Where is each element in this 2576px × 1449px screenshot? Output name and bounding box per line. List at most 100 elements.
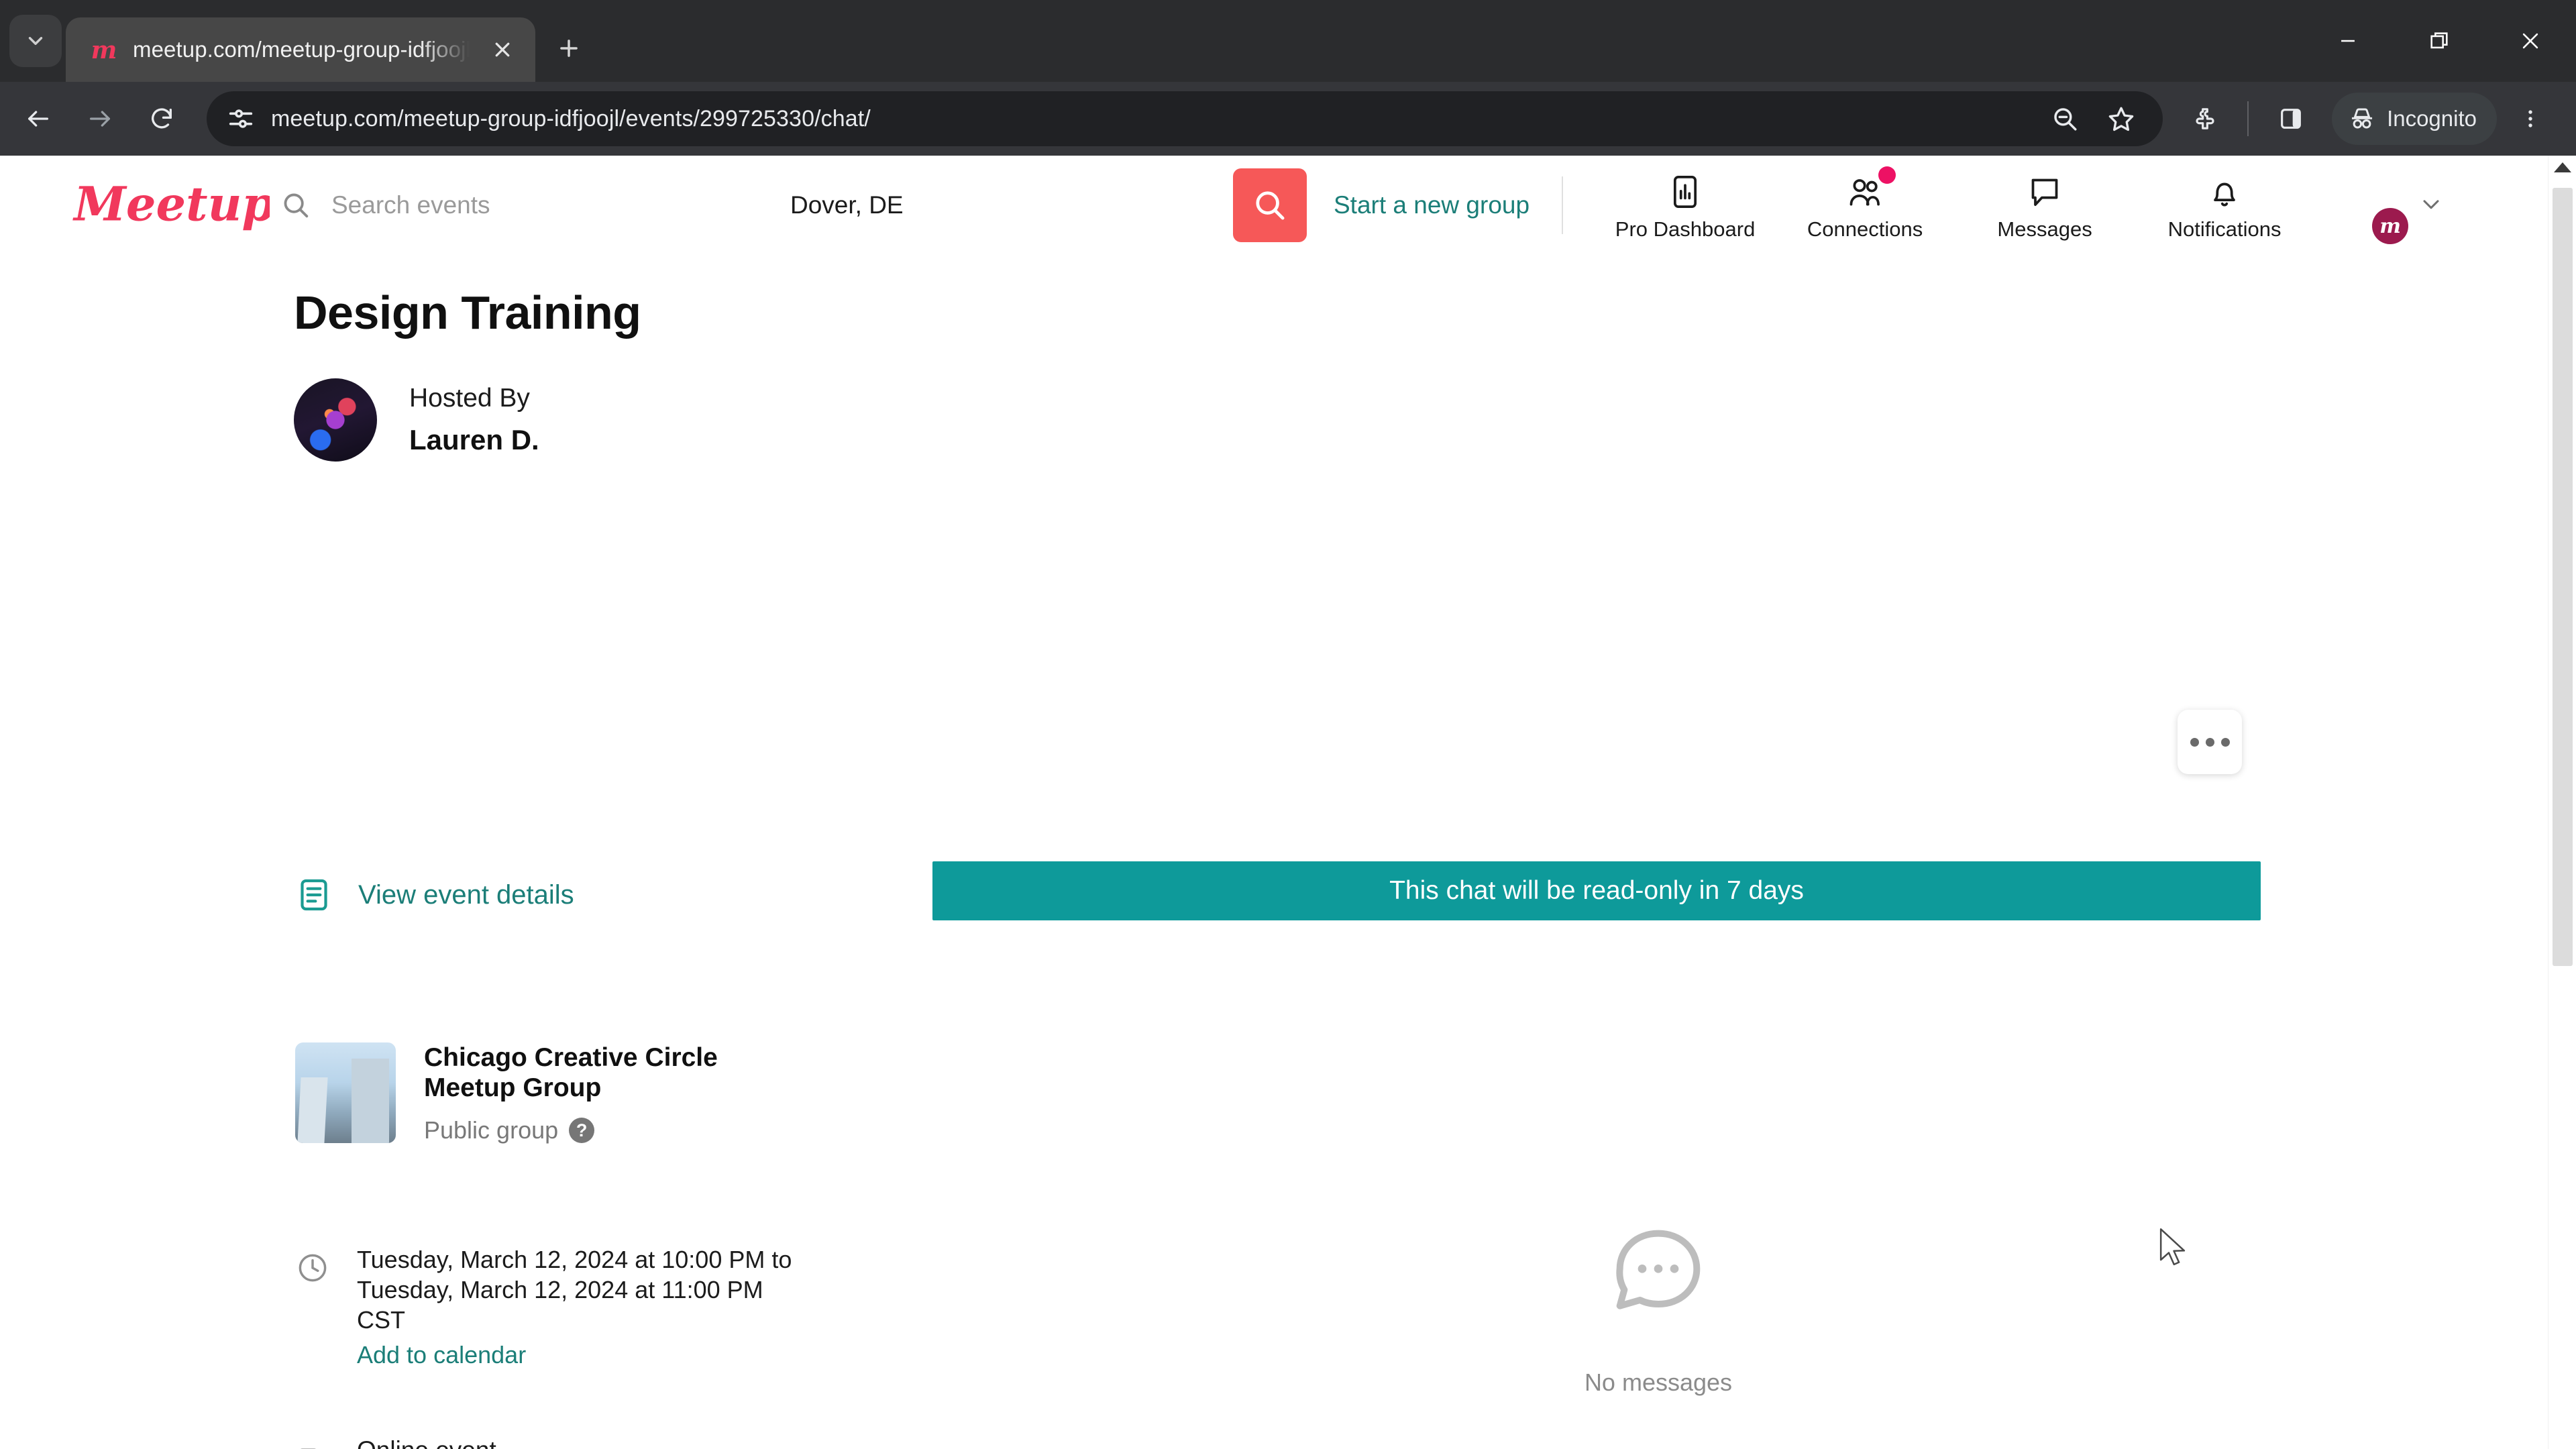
group-name: Chicago Creative Circle Meetup Group <box>424 1043 718 1103</box>
nav-label: Messages <box>1997 217 2092 241</box>
search-icon <box>280 190 311 221</box>
dot <box>2190 737 2199 747</box>
group-privacy-label: Public group <box>424 1116 559 1144</box>
tab-search-button[interactable] <box>9 15 62 67</box>
chart-panel-icon <box>1666 169 1704 211</box>
incognito-label: Incognito <box>2387 106 2477 131</box>
bookmark-star-icon[interactable] <box>2097 95 2145 143</box>
maximize-icon <box>2430 32 2448 49</box>
reload-icon <box>152 108 172 129</box>
side-panel-button[interactable] <box>2262 90 2320 148</box>
empty-state-label: No messages <box>1584 1368 1733 1396</box>
arrow-right-icon <box>90 111 110 127</box>
nav-item-pro-dashboard[interactable]: Pro Dashboard <box>1595 169 1775 241</box>
add-to-calendar-link[interactable]: Add to calendar <box>357 1340 805 1371</box>
chrome-menu-button[interactable] <box>2505 90 2556 148</box>
extensions-icon <box>2196 108 2214 129</box>
event-location-label: Online event <box>357 1435 496 1449</box>
meetup-badge: m <box>2372 208 2409 244</box>
event-details-sidebar: View event details Chicago Creative Circ… <box>295 876 805 1449</box>
header-divider <box>1562 176 1564 234</box>
meetup-logo-text: Meetup <box>72 176 270 232</box>
plus-icon <box>560 40 578 57</box>
view-event-details-label: View event details <box>358 879 574 910</box>
url-text: meetup.com/meetup-group-idfjoojl/events/… <box>271 105 871 131</box>
tab-title: meetup.com/meetup-group-idfjoojl/events/… <box>133 37 470 62</box>
event-chat-page: Design Training Hosted By Lauren D. View… <box>0 286 2576 1449</box>
video-camera-icon <box>295 1440 330 1449</box>
help-icon[interactable]: ? <box>569 1118 595 1144</box>
minimize-icon <box>2341 40 2355 42</box>
meetup-site-header: Meetup Start a new group <box>0 156 2576 255</box>
bell-icon <box>2206 169 2243 211</box>
meetup-logo[interactable]: Meetup <box>72 176 274 234</box>
avatar[interactable]: m <box>2334 170 2409 244</box>
event-datetime-body: Tuesday, March 12, 2024 at 10:00 PM to T… <box>357 1245 805 1371</box>
host-avatar[interactable] <box>294 378 377 462</box>
search-events-field[interactable] <box>280 190 790 221</box>
reload-button[interactable] <box>133 90 191 148</box>
toolbar-divider <box>2247 101 2249 136</box>
profile-menu[interactable]: m <box>2334 170 2445 244</box>
page-title: Design Training <box>294 286 641 339</box>
page-scrollbar[interactable] <box>2548 156 2576 1449</box>
view-event-details-link[interactable]: View event details <box>295 876 805 914</box>
browser-tab[interactable]: m meetup.com/meetup-group-idfjoojl/event… <box>66 17 535 82</box>
address-bar[interactable]: meetup.com/meetup-group-idfjoojl/events/… <box>207 91 2163 146</box>
close-icon[interactable] <box>484 32 521 68</box>
chat-empty-state: No messages <box>1497 1218 1819 1397</box>
chat-bubble-icon <box>2026 169 2063 211</box>
start-a-new-group-link[interactable]: Start a new group <box>1334 191 1529 219</box>
connections-badge <box>1878 166 1896 184</box>
close-window-button[interactable] <box>2485 0 2576 82</box>
more-options-button[interactable] <box>2178 710 2242 774</box>
host-row: Hosted By Lauren D. <box>294 378 2576 462</box>
mouse-cursor <box>2159 1228 2186 1266</box>
new-tab-button[interactable] <box>543 23 594 74</box>
nav-item-messages[interactable]: Messages <box>1955 169 2135 241</box>
dot <box>2205 737 2214 747</box>
host-meta: Hosted By Lauren D. <box>409 384 539 456</box>
location-input[interactable] <box>790 191 1233 219</box>
scrollbar-up-arrow[interactable] <box>2553 162 2571 172</box>
document-lines-icon <box>295 876 333 914</box>
tune-icon[interactable] <box>225 103 256 134</box>
meetup-favicon: m <box>89 35 118 64</box>
group-thumbnail <box>295 1042 396 1143</box>
host-name[interactable]: Lauren D. <box>409 424 539 456</box>
location-field[interactable] <box>790 191 1233 219</box>
nav-item-notifications[interactable]: Notifications <box>2135 169 2314 241</box>
incognito-indicator[interactable]: Incognito <box>2332 93 2497 145</box>
incognito-icon <box>2352 108 2373 129</box>
search-icon <box>1256 191 1285 220</box>
scrollbar-thumb[interactable] <box>2553 188 2573 966</box>
omnibox-actions <box>2041 95 2145 143</box>
browser-toolbar: meetup.com/meetup-group-idfjoojl/events/… <box>0 82 2576 156</box>
dot <box>2220 737 2230 747</box>
arrow-left-icon <box>28 111 49 127</box>
back-button[interactable] <box>9 90 67 148</box>
tab-strip: m meetup.com/meetup-group-idfjoojl/event… <box>0 0 2576 82</box>
event-location-row: Online event <box>295 1435 805 1449</box>
page-viewport: Meetup Start a new group <box>0 156 2576 1449</box>
search-submit-button[interactable] <box>1233 168 1307 242</box>
browser-window: m meetup.com/meetup-group-idfjoojl/event… <box>0 0 2576 1449</box>
chat-bubble-dots-icon <box>1616 1230 1701 1309</box>
chevron-down-icon <box>28 37 43 45</box>
nav-label: Connections <box>1807 217 1923 241</box>
group-card[interactable]: Chicago Creative Circle Meetup Group Pub… <box>295 1042 805 1144</box>
nav-label: Pro Dashboard <box>1615 217 1756 241</box>
forward-button[interactable] <box>71 90 129 148</box>
read-only-banner: This chat will be read-only in 7 days <box>932 861 2261 920</box>
minimize-button[interactable] <box>2302 0 2394 82</box>
close-icon <box>2522 33 2538 49</box>
clock-icon <box>295 1250 330 1285</box>
maximize-button[interactable] <box>2394 0 2485 82</box>
nav-item-connections[interactable]: Connections <box>1775 166 1955 241</box>
event-datetime-row: Tuesday, March 12, 2024 at 10:00 PM to T… <box>295 1245 805 1371</box>
zoom-out-icon[interactable] <box>2041 95 2089 143</box>
extensions-button[interactable] <box>2176 90 2234 148</box>
three-dots-vertical-icon <box>2528 110 2532 127</box>
chevron-down-icon[interactable] <box>2418 191 2445 221</box>
search-input[interactable] <box>331 191 790 219</box>
